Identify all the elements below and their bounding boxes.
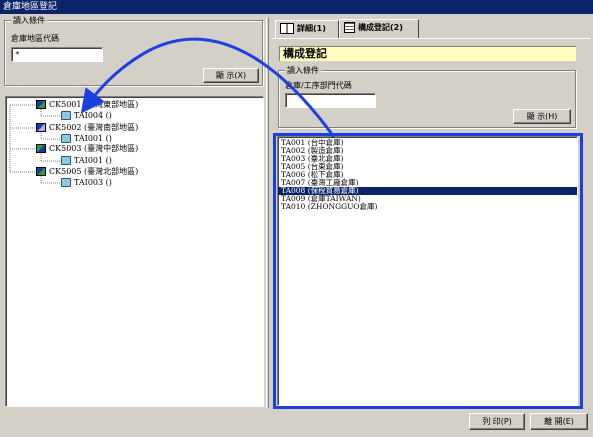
tree-node-label: CK5005 (臺灣北部地區) bbox=[49, 167, 139, 176]
right-display-button[interactable]: 顯 示(H) bbox=[513, 109, 571, 124]
warehouse-region-code-label: 倉庫地區代碼 bbox=[11, 34, 59, 43]
folder-icon bbox=[61, 110, 71, 120]
tree-node-warehouse[interactable]: TAI004 () bbox=[61, 110, 112, 122]
tab-details[interactable]: 詳細(1) bbox=[275, 20, 339, 38]
tab-page-border bbox=[272, 38, 590, 39]
warehouse-region-code-input[interactable] bbox=[11, 47, 103, 62]
tree-node-label: TAI004 () bbox=[74, 111, 112, 120]
print-button-label: 列 印(P) bbox=[482, 417, 512, 426]
close-button[interactable]: 離 開(E) bbox=[530, 413, 588, 430]
section-title: 構成登記 bbox=[279, 46, 576, 61]
region-icon bbox=[36, 143, 46, 153]
pane-splitter[interactable] bbox=[266, 18, 269, 408]
dept-code-label: 倉庫/工序部門代碼 bbox=[285, 81, 352, 90]
form-icon bbox=[344, 22, 355, 33]
folder-icon bbox=[61, 177, 71, 187]
left-filter-group-title: 讀入條件 bbox=[11, 15, 47, 26]
tree-node-warehouse[interactable]: TAI003 () bbox=[61, 177, 112, 189]
region-icon bbox=[36, 99, 46, 109]
window-title: 倉庫地區登記 bbox=[0, 0, 593, 14]
tab-composition-registration-label: 構成登記(2) bbox=[358, 23, 403, 32]
left-display-button-label: 顯 示(X) bbox=[215, 71, 247, 80]
right-display-button-label: 顯 示(H) bbox=[526, 112, 558, 121]
warehouse-list-items: TA001 (台中倉庫) TA002 (製造倉庫) TA003 (臺北倉庫) TA00… bbox=[278, 139, 577, 211]
tree-node-label: CK5002 (臺灣南部地區) bbox=[49, 123, 139, 132]
close-button-label: 離 開(E) bbox=[544, 417, 574, 426]
tree-node-label: CK5001 (臺灣東部地區) bbox=[49, 100, 139, 109]
tree-node-region[interactable]: CK5003 (臺灣中部地區) bbox=[36, 143, 138, 155]
tree-node-label: TAI001 () bbox=[74, 156, 112, 165]
tab-composition-registration[interactable]: 構成登記(2) bbox=[339, 19, 419, 39]
folder-icon bbox=[61, 155, 71, 165]
tab-details-label: 詳細(1) bbox=[297, 24, 326, 33]
region-icon bbox=[36, 166, 46, 176]
tree-node-label: TAI001 () bbox=[74, 134, 112, 143]
tree-node-label: CK5003 (臺灣中部地區) bbox=[49, 144, 139, 153]
folder-icon bbox=[61, 133, 71, 143]
region-icon bbox=[36, 122, 46, 132]
left-display-button[interactable]: 顯 示(X) bbox=[203, 68, 259, 83]
region-tree[interactable]: CK5001 (臺灣東部地區) TAI004 () CK5002 (臺灣南部地區… bbox=[5, 96, 264, 407]
book-icon bbox=[280, 23, 294, 34]
warehouse-list[interactable]: TA001 (台中倉庫) TA002 (製造倉庫) TA003 (臺北倉庫) TA00… bbox=[277, 136, 578, 406]
right-filter-group-title: 讀入條件 bbox=[285, 65, 321, 76]
warehouse-list-item[interactable]: TA010 (ZHONGGUO倉庫) bbox=[278, 203, 577, 211]
tree-node-label: TAI003 () bbox=[74, 178, 112, 187]
dept-code-input[interactable] bbox=[285, 93, 376, 108]
print-button[interactable]: 列 印(P) bbox=[469, 413, 525, 430]
